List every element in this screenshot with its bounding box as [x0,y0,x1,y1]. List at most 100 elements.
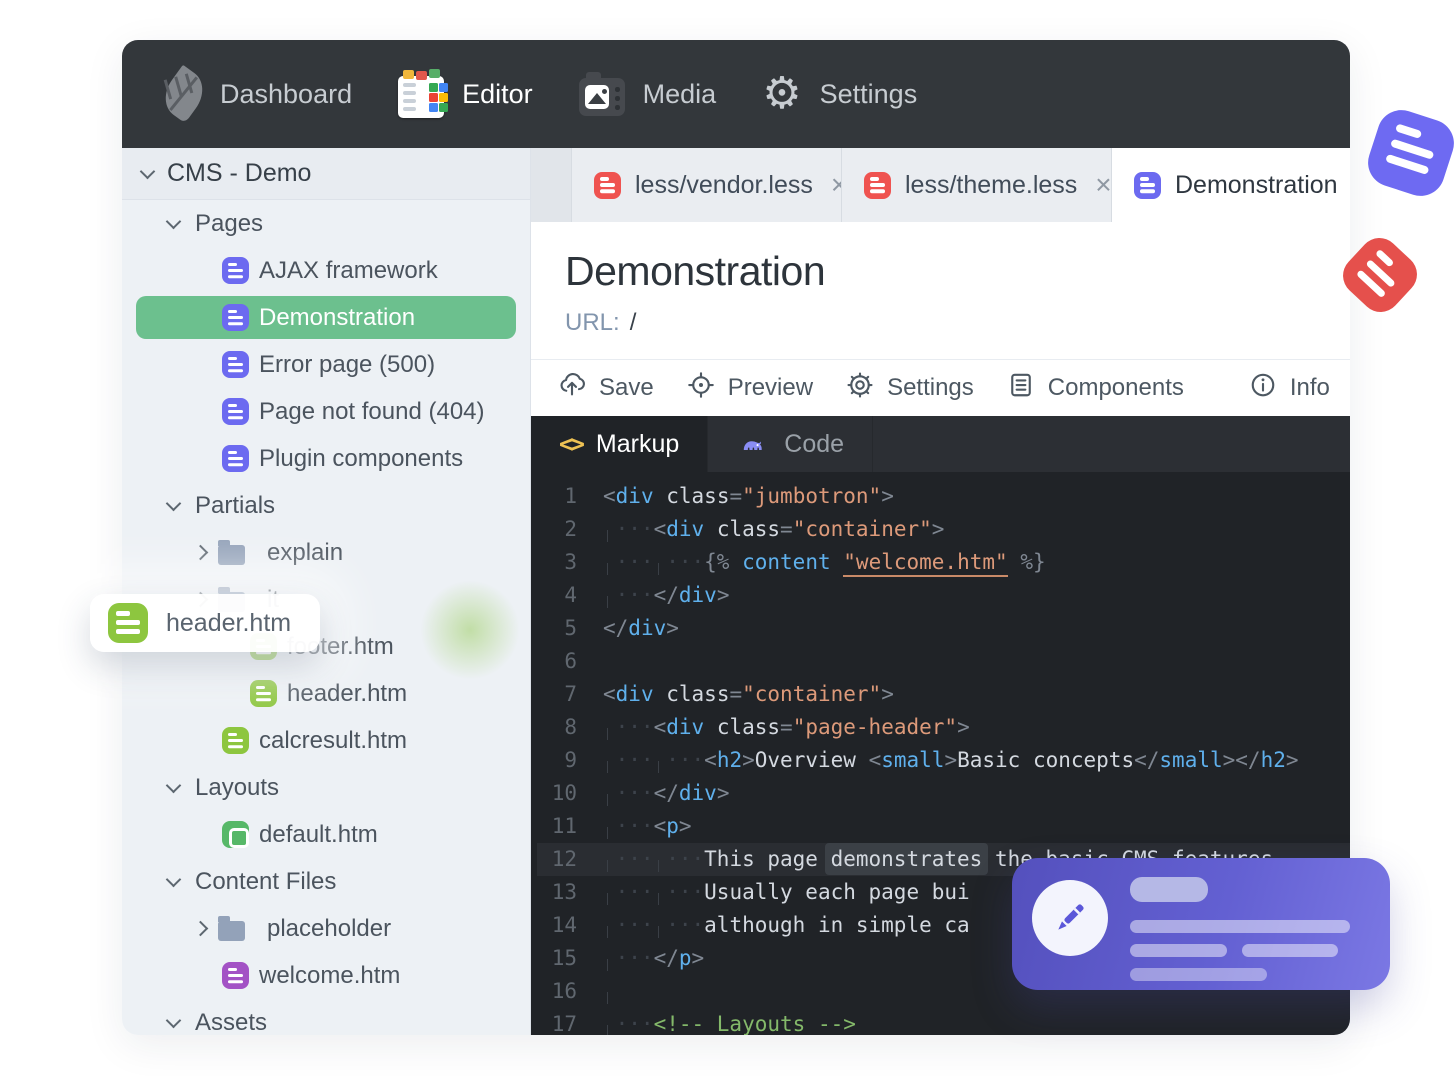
tree-item-label: Partials [195,491,276,519]
line-number: 5 [564,616,577,640]
gear-icon [845,370,875,407]
nav-item-label: Media [642,78,717,109]
info-button[interactable]: Info [1248,360,1330,416]
line-number: 1 [564,484,577,508]
close-icon[interactable]: × [1095,169,1111,201]
code-line-content: ···</div> [606,583,730,608]
media-icon [578,72,625,116]
toolbar-button-label: Settings [887,374,974,401]
code-line: 9 ··· ···<h2>Overview <small>Basic concept… [537,744,1350,777]
tab-less-vendor-less[interactable]: less/vendor.less × [571,148,847,222]
floating-purple-doc-icon [1361,103,1454,203]
theme-title: CMS - Demo [167,159,312,187]
page-icon [222,304,249,331]
nav-item-media[interactable]: Media [578,72,717,116]
chevron-down-icon [165,871,182,887]
editor-icon-grid [429,83,439,92]
tree-item-demonstration[interactable]: Demonstration [136,296,516,339]
page-title: Demonstration [565,248,826,294]
info-icon [1248,370,1278,407]
settings-button[interactable]: Settings [845,360,974,416]
editor-tab-code[interactable]: Code [708,416,874,472]
tree-item-label: placeholder [267,914,392,942]
pencil-badge [1032,880,1108,956]
line-number: 10 [551,781,577,805]
url-label: URL: [565,309,620,336]
code-line: 11 ···<p> [537,810,1350,843]
code-line: 10 ···</div> [537,777,1350,810]
tree-item-label: header.htm [287,679,408,707]
php-elephant-icon [736,431,770,457]
save-icon [557,370,587,407]
tree-item-plugin-components[interactable]: Plugin components [122,435,530,482]
nav-item-settings[interactable]: Settings [762,72,918,116]
drag-ghost-chip[interactable]: header.htm [90,594,320,652]
skeleton-line [1242,944,1338,957]
code-line-content [603,975,616,1008]
tree-item-error-page-500-[interactable]: Error page (500) [122,341,530,388]
settings-gear-icon [762,72,801,116]
save-button[interactable]: Save [557,360,654,416]
layout-icon [222,821,249,848]
tree-item-assets[interactable]: Assets [122,999,530,1035]
tab-less-theme-less[interactable]: less/theme.less × [841,148,1112,222]
tree-item-explain[interactable]: explain [122,529,530,576]
editor-icon [398,70,445,118]
tree-item-welcome-htm[interactable]: welcome.htm [122,952,530,999]
nav-item-label: Settings [819,78,918,109]
line-number: 4 [564,583,577,607]
components-button[interactable]: Components [1006,360,1184,416]
tree-item-label: calcresult.htm [259,726,408,754]
toolbar-button-label: Components [1047,374,1184,401]
skeleton-line [1130,968,1267,981]
tree-item-default-htm[interactable]: default.htm [122,811,530,858]
tree-item-pages[interactable]: Pages [122,200,530,247]
code-line: 8 ···<div class="page-header"> [537,711,1350,744]
page-icon [222,398,249,425]
media-icon-part [615,87,620,92]
tree-item-partials[interactable]: Partials [122,482,530,529]
tab-label: less/theme.less [905,170,1078,199]
page-url: URL: / [565,309,1316,337]
line-number: 7 [564,682,577,706]
folder-icon [218,540,245,565]
line-number: 8 [564,715,577,739]
code-line-content: ···</div> [606,781,730,806]
tree-item-layouts[interactable]: Layouts [122,764,530,811]
code-line-content: ···<p> [606,814,692,839]
tree-item-label: Content Files [195,867,337,895]
nav-item-dashboard[interactable]: Dashboard [155,64,352,124]
drag-chip-label: header.htm [166,608,292,637]
page: DashboardEditorMediaSettings CMS - Demo … [0,0,1454,1076]
editor-tab-markup[interactable]: <> Markup [531,416,709,472]
tree-item-content-files[interactable]: Content Files [122,858,530,905]
tab-label: Demonstration [1175,170,1338,199]
page-icon [222,445,249,472]
tree-item-calcresult-htm[interactable]: calcresult.htm [122,717,530,764]
chevron-right-icon [192,920,209,937]
code-line-content: ···<div class="page-header"> [606,715,970,740]
editor-tab-label: Markup [595,429,680,458]
tree-item-ajax-framework[interactable]: AJAX framework [122,247,530,294]
nav-item-editor[interactable]: Editor [398,70,533,118]
code-line: 6 [537,645,1350,678]
tree-item-placeholder[interactable]: placeholder [122,905,530,952]
line-number: 9 [564,748,577,772]
chevron-down-icon [165,777,182,793]
line-number: 3 [564,550,577,574]
chevron-down-icon [165,495,182,511]
october-leaf-icon [155,64,213,124]
code-line-content: <div class="jumbotron"> [603,484,894,508]
editor-tab-label: Code [784,429,845,458]
code-line-content: </div> [603,616,679,640]
skeleton-title-bar [1130,877,1208,902]
page-icon [222,351,249,378]
sidebar-theme-header[interactable]: CMS - Demo [122,148,530,200]
code-line: 5 </div> [537,612,1350,645]
document-header: Demonstration URL: / [531,222,1350,359]
tree-item-page-not-found-404-[interactable]: Page not found (404) [122,388,530,435]
line-number: 16 [551,979,577,1003]
tab-demonstration[interactable]: Demonstration× [1111,148,1350,222]
preview-button[interactable]: Preview [686,360,813,416]
components-icon [1006,370,1036,407]
